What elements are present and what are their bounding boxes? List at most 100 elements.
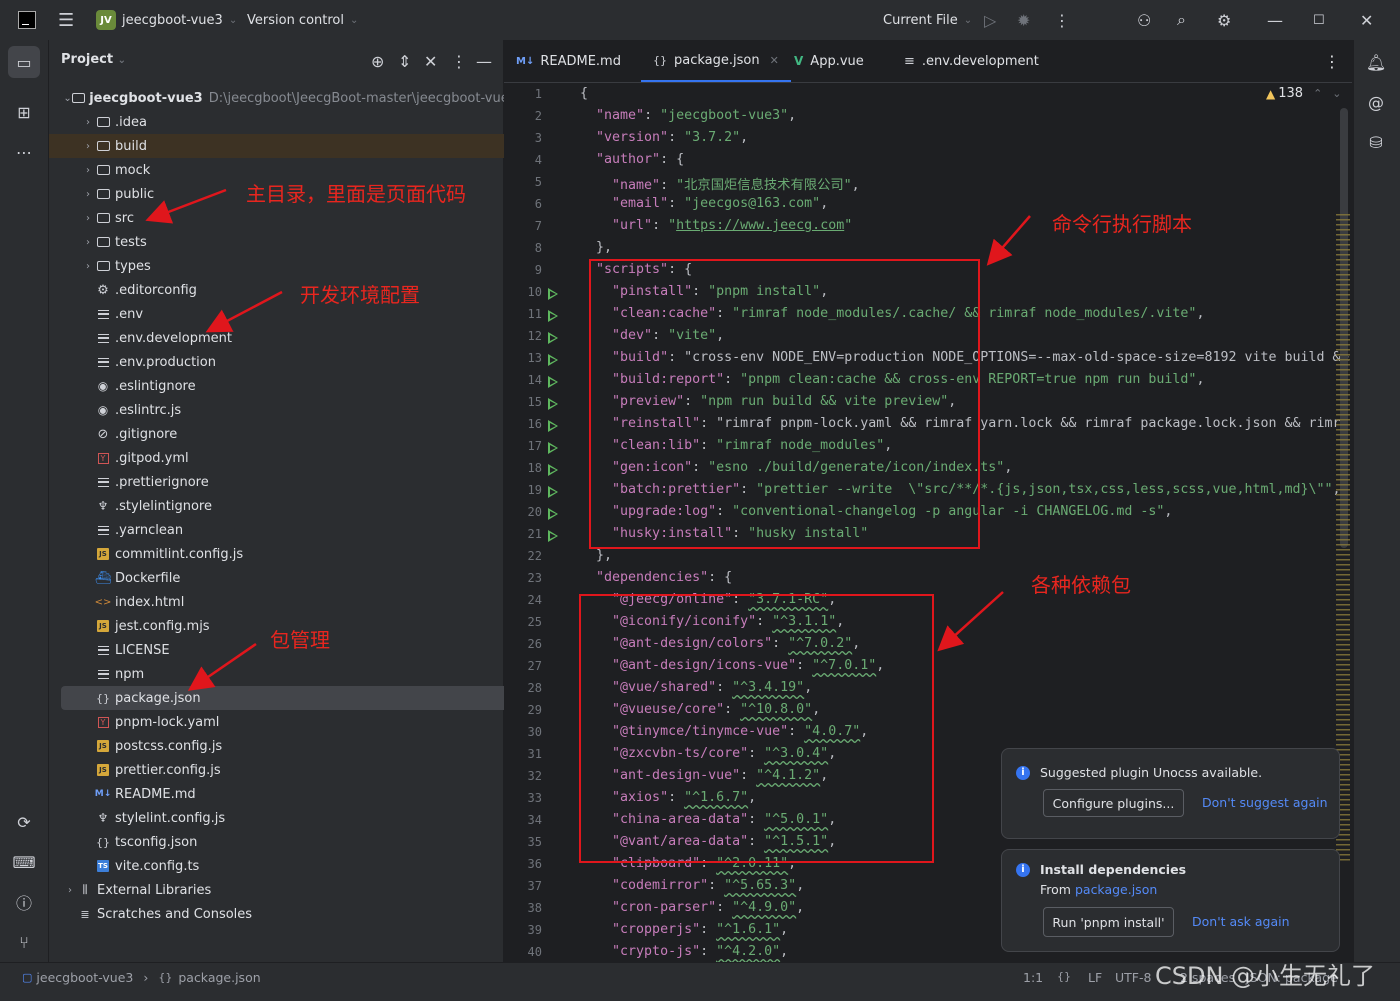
dont-suggest-link[interactable]: Don't suggest again (1202, 795, 1328, 810)
locate-file-icon[interactable]: ⊕ (371, 52, 384, 71)
run-script-icon[interactable] (548, 288, 558, 300)
chevron-right-icon[interactable]: › (81, 213, 95, 224)
tree-item[interactable]: › build (49, 134, 535, 158)
tree-item[interactable]: ◉ .eslintrc.js (49, 398, 535, 422)
tree-item[interactable]: Ypnpm-lock.yaml (49, 710, 535, 734)
run-pnpm-install-button[interactable]: Run 'pnpm install' (1043, 907, 1174, 937)
project-tool-icon[interactable]: ▭ (8, 46, 40, 78)
tab-readme[interactable]: M↓ README.md (516, 40, 621, 82)
add-user-icon[interactable]: ⚇ (1137, 0, 1151, 40)
tree-item[interactable]: › .idea (49, 110, 535, 134)
hide-panel-icon[interactable]: — (476, 52, 492, 71)
search-icon[interactable]: ⌕ (1177, 0, 1186, 40)
code-line[interactable]: "author": { (580, 152, 684, 167)
configure-plugins-button[interactable]: Configure plugins... (1043, 789, 1184, 817)
scratches-and-consoles[interactable]: ≣ Scratches and Consoles (49, 902, 517, 926)
code-line[interactable]: "codemirror": "^5.65.3", (580, 878, 804, 893)
chevron-right-icon[interactable]: › (81, 165, 95, 176)
tree-item[interactable]: ⊘ .gitignore (49, 422, 535, 446)
inspection-widget[interactable]: ▲ 138 ⌃ ⌄ (1266, 86, 1342, 101)
code-line[interactable]: "cron-parser": "^4.9.0", (580, 900, 804, 915)
ai-assistant-icon[interactable]: @ (1360, 86, 1392, 118)
code-line[interactable]: }, (580, 240, 612, 255)
tree-item[interactable]: npm (49, 662, 535, 686)
run-script-icon[interactable] (548, 376, 558, 388)
code-line[interactable]: "name": "北京国炬信息技术有限公司", (580, 174, 860, 193)
tree-item[interactable]: ⚙ .editorconfig (49, 278, 535, 302)
next-highlight-icon[interactable]: ⌄ (1332, 87, 1341, 100)
code-line[interactable]: "url": "https://www.jeecg.com" (580, 218, 852, 233)
main-menu-icon[interactable]: ☰ (58, 0, 74, 40)
breadcrumb-file[interactable]: package.json (178, 970, 260, 985)
tree-item[interactable]: <> index.html (49, 590, 535, 614)
minimize-icon[interactable]: — (1267, 0, 1283, 40)
code-line[interactable]: "email": "jeecgos@163.com", (580, 196, 828, 211)
settings-icon[interactable]: ⚙ (1217, 0, 1231, 40)
tree-item[interactable]: JS prettier.config.js (49, 758, 535, 782)
tab-env-development[interactable]: ≡ .env.development (904, 40, 1039, 82)
chevron-right-icon[interactable]: › (81, 261, 95, 272)
run-script-icon[interactable] (548, 486, 558, 498)
run-script-icon[interactable] (548, 332, 558, 344)
tree-item[interactable]: {} package.json (61, 686, 511, 710)
notifications-icon[interactable]: 🔔︎ (1360, 46, 1392, 78)
run-config-selector[interactable]: Current File ⌄ (883, 0, 972, 40)
structure-tool-icon[interactable]: ⊞ (8, 96, 40, 128)
dont-ask-again-link[interactable]: Don't ask again (1192, 914, 1290, 929)
tree-item[interactable]: ♆ .stylelintignore (49, 494, 535, 518)
close-icon[interactable]: ✕ (1360, 0, 1373, 40)
terminal-icon[interactable]: ⌨ (8, 846, 40, 878)
json-schema-icon[interactable]: {} (1057, 970, 1071, 983)
project-switcher[interactable]: JV jeecgboot-vue3 ⌄ (96, 0, 237, 40)
tree-item[interactable]: .prettierignore (49, 470, 535, 494)
code-line[interactable]: "dependencies": { (580, 570, 732, 585)
tree-item[interactable]: .yarnclean (49, 518, 535, 542)
collapse-all-icon[interactable]: ✕ (424, 52, 437, 71)
line-separator[interactable]: LF (1088, 970, 1102, 985)
app-logo-icon[interactable] (18, 0, 36, 40)
problems-icon[interactable]: ⓘ (8, 886, 40, 918)
services-icon[interactable]: ⟳ (8, 806, 40, 838)
run-script-icon[interactable] (548, 420, 558, 432)
prev-highlight-icon[interactable]: ⌃ (1313, 87, 1322, 100)
run-script-icon[interactable] (548, 442, 558, 454)
close-tab-icon[interactable]: ✕ (770, 54, 779, 67)
tree-item[interactable]: .env.development (49, 326, 535, 350)
git-icon[interactable]: ⑂ (8, 926, 40, 958)
database-icon[interactable]: ⛁ (1360, 126, 1392, 158)
debug-icon[interactable]: ✹ (1017, 0, 1030, 40)
breadcrumb-project[interactable]: jeecgboot-vue3 (36, 970, 133, 985)
run-script-icon[interactable] (548, 354, 558, 366)
code-line[interactable]: "cropperjs": "^1.6.1", (580, 922, 788, 937)
file-encoding[interactable]: UTF-8 (1115, 970, 1151, 985)
project-panel-title[interactable]: Project ⌄ (61, 52, 126, 67)
tree-item[interactable]: .env.production (49, 350, 535, 374)
more-actions-icon[interactable]: ⋮ (1054, 0, 1070, 40)
tree-item[interactable]: › src (49, 206, 535, 230)
run-script-icon[interactable] (548, 530, 558, 542)
tab-options-icon[interactable]: ⋮ (1324, 40, 1340, 82)
run-script-icon[interactable] (548, 310, 558, 322)
chevron-right-icon[interactable]: › (81, 237, 95, 248)
more-tools-icon[interactable]: ⋯ (8, 136, 40, 168)
code-line[interactable]: "name": "jeecgboot-vue3", (580, 108, 796, 123)
maximize-icon[interactable]: ☐ (1313, 0, 1325, 40)
code-line[interactable]: { (580, 86, 588, 101)
tree-item[interactable]: › tests (49, 230, 535, 254)
expand-all-icon[interactable]: ⇕ (398, 52, 411, 71)
external-libraries[interactable]: › ⫼ External Libraries (49, 878, 517, 902)
tree-item[interactable]: JS postcss.config.js (49, 734, 535, 758)
tree-item[interactable]: ♆ stylelint.config.js (49, 806, 535, 830)
tree-item[interactable]: M↓ README.md (49, 782, 535, 806)
tree-item[interactable]: ◉ .eslintignore (49, 374, 535, 398)
chevron-right-icon[interactable]: › (81, 189, 95, 200)
tree-root[interactable]: ⌄ jeecgboot-vue3 D:\jeecgboot\JeecgBoot-… (49, 86, 517, 110)
version-control-menu[interactable]: Version control ⌄ (247, 0, 358, 40)
run-script-icon[interactable] (548, 398, 558, 410)
code-line[interactable]: }, (580, 548, 612, 563)
tree-item[interactable]: ⛴ Dockerfile (49, 566, 535, 590)
tree-item[interactable]: .env (49, 302, 535, 326)
package-json-link[interactable]: package.json (1075, 882, 1157, 897)
tab-app-vue[interactable]: V App.vue (794, 40, 864, 82)
tree-item[interactable]: Y .gitpod.yml (49, 446, 535, 470)
